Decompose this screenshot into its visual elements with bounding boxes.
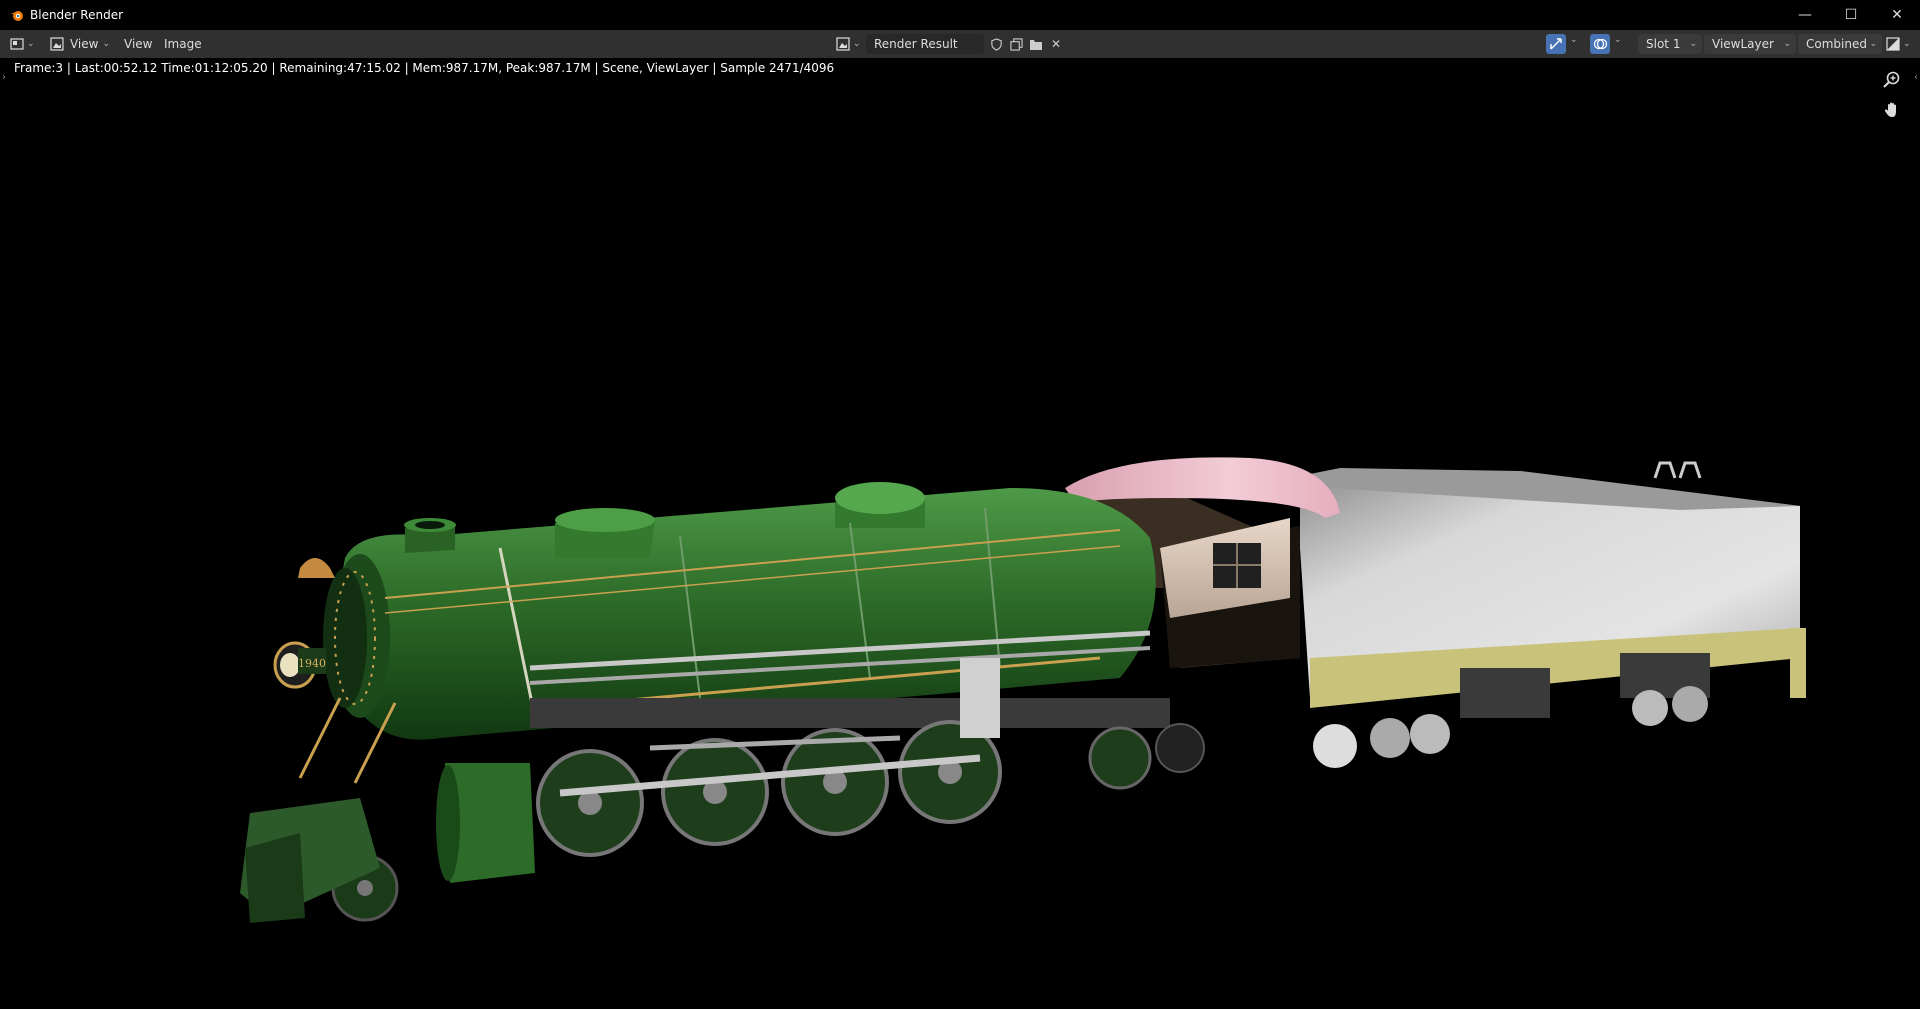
chevron-down-icon[interactable]: ⌄ [1614,35,1622,45]
display-channels-icon [1886,37,1900,51]
overlay-toggle[interactable] [1590,34,1610,54]
close-icon: ✕ [1050,37,1062,51]
blender-render-window: Blender Render — ☐ ✕ ⌄ View ⌄ View Image [0,0,1920,1009]
pan-hand-icon [1884,102,1896,117]
window-title: Blender Render [30,8,124,22]
chevron-down-icon[interactable]: ⌄ [1570,35,1578,45]
chevron-down-icon: ⌄ [1869,39,1877,49]
overlay-icon [1593,38,1607,50]
tender [1300,461,1806,768]
image-icon [836,37,850,51]
sidebar-expand-arrow[interactable]: ‹ [1914,72,1918,83]
close-window-button[interactable]: ✕ [1874,0,1920,30]
zoom-icon [1883,71,1900,88]
view-mode-dropdown[interactable]: View ⌄ [50,34,110,54]
fake-user-button[interactable] [986,34,1006,54]
new-image-button[interactable] [1006,34,1026,54]
menu-view[interactable]: View [124,34,152,54]
slot-label: Slot 1 [1646,37,1681,51]
duplicate-icon [1009,37,1023,51]
shield-icon [990,37,1002,51]
toolbar-expand-arrow[interactable]: › [2,72,6,83]
image-name-field[interactable]: Render Result [866,34,984,54]
gizmo-toggle[interactable] [1546,34,1566,54]
chevron-down-icon: ⌄ [853,39,861,49]
display-channels-button[interactable]: ⌄ [1886,34,1916,54]
render-result-image[interactable]: 1940 [0,58,1920,1009]
slot-dropdown[interactable]: Slot 1 ⌄ [1638,34,1702,54]
render-stats-text: Frame:3 | Last:00:52.12 Time:01:12:05.20… [14,61,835,75]
chevron-down-icon: ⌄ [27,39,35,49]
editor-type-button[interactable]: ⌄ [10,34,40,54]
view-mode-label: View [69,37,99,51]
view-layer-label: ViewLayer [1712,37,1774,51]
zoom-tool-button[interactable] [1880,68,1904,92]
render-pass-label: Combined [1806,37,1867,51]
unlink-image-button[interactable]: ✕ [1046,34,1066,54]
maximize-button[interactable]: ☐ [1828,0,1874,30]
gizmo-icon [1550,38,1562,50]
open-image-button[interactable] [1026,34,1046,54]
blender-logo-icon [11,11,23,21]
pan-tool-button[interactable] [1880,98,1904,122]
view-layer-dropdown[interactable]: ViewLayer ⌄ [1704,34,1796,54]
editor-type-icon [10,38,24,50]
minimize-button[interactable]: — [1782,0,1828,30]
image-icon [50,37,64,51]
title-bar: Blender Render — ☐ ✕ [0,0,1920,30]
folder-icon [1030,39,1042,50]
chevron-down-icon: ⌄ [102,39,110,49]
number-plate: 1940 [298,657,326,670]
chevron-down-icon: ⌄ [1689,39,1697,49]
browse-image-button[interactable]: ⌄ [836,34,866,54]
chevron-down-icon: ⌄ [1903,39,1911,49]
render-pass-dropdown[interactable]: Combined ⌄ [1798,34,1882,54]
image-editor-header: ⌄ View ⌄ View Image ⌄ Render Result ✕ ⌄ … [0,30,1920,58]
menu-image[interactable]: Image [164,34,202,54]
chevron-down-icon: ⌄ [1783,39,1791,49]
